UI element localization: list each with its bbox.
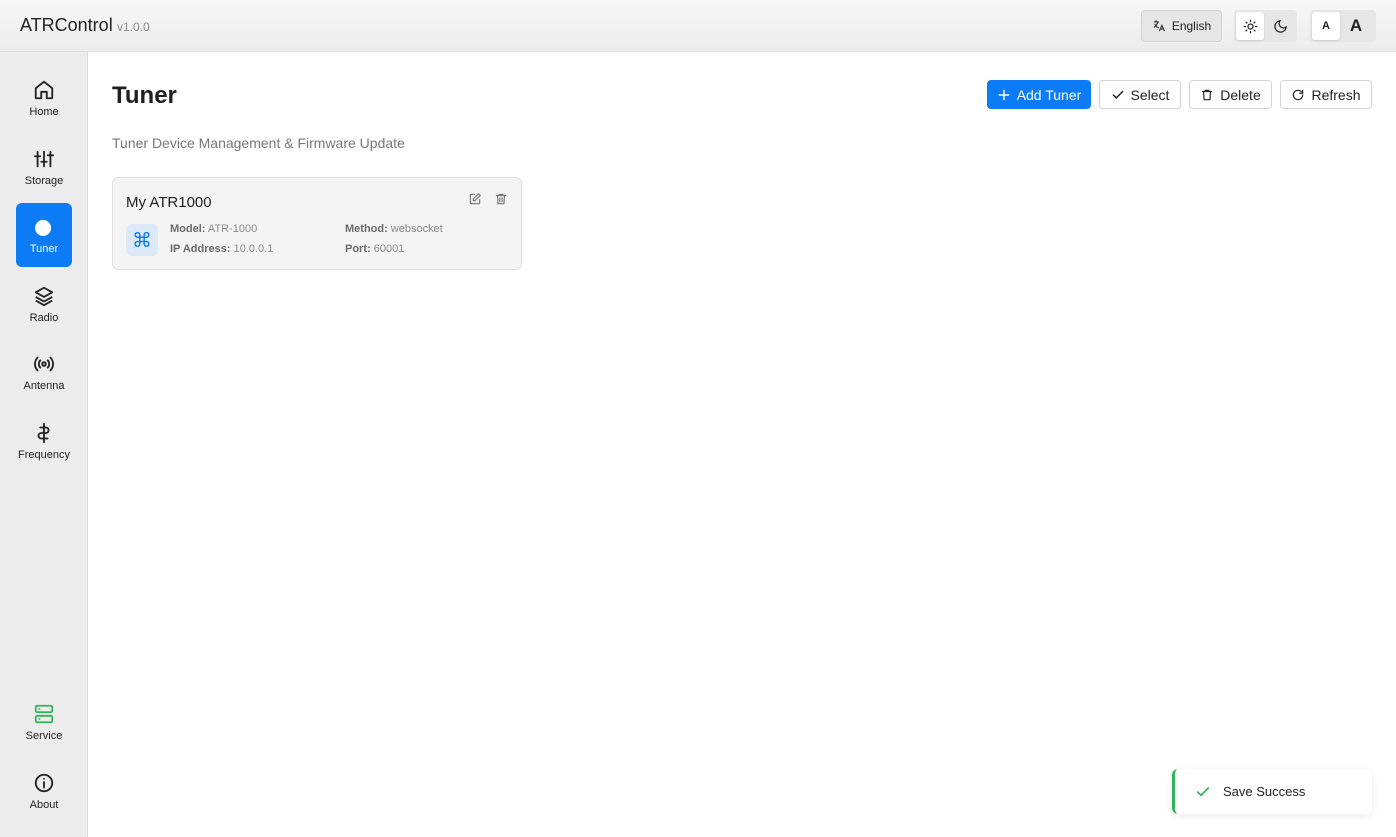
port-value: 60001 [373,243,405,255]
language-label: English [1171,19,1212,33]
port-field: Port: 60001 [345,243,404,255]
page-subtitle: Tuner Device Management & Firmware Updat… [112,135,405,151]
trash-icon[interactable] [494,192,508,206]
command-icon: ⌘ [126,224,158,256]
model-label: Model: [170,223,206,235]
server-icon [34,704,54,723]
edit-icon[interactable] [468,192,482,206]
plus-icon [998,89,1010,100]
light-theme-button[interactable] [1236,12,1264,40]
dark-theme-button[interactable] [1266,12,1294,40]
sidebar-item-label: Storage [24,174,64,187]
check-icon [1112,90,1123,99]
method-label: Method: [345,223,388,235]
app-title: ATRControl [20,15,113,35]
ip-field: IP Address: 10.0.0.1 [170,243,273,255]
language-button[interactable]: English [1141,10,1222,42]
moon-icon [1273,19,1287,33]
sidebar-item-label: Tuner [29,242,59,255]
ip-value: 10.0.0.1 [233,243,274,255]
sidebar-item-label: Radio [29,311,59,324]
layers-icon [34,286,54,306]
delete-label: Delete [1220,86,1261,103]
sidebar-item-radio[interactable]: Radio [16,272,72,336]
select-button[interactable]: Select [1099,80,1181,109]
sidebar-item-about[interactable]: About [16,759,72,823]
sidebar-item-label: About [29,798,59,811]
sidebar-item-label: Home [29,105,59,118]
sidebar-item-tuner[interactable]: Tuner [16,203,72,267]
theme-toggle [1234,10,1297,42]
refresh-icon [1293,89,1304,100]
tuner-card[interactable]: My ATR1000 ⌘ Model: ATR-1000 IP Address:… [112,177,522,270]
home-icon [34,80,54,99]
model-field: Model: ATR-1000 [170,223,257,235]
font-large-button[interactable]: A [1342,12,1370,40]
sidebar-item-antenna[interactable]: Antenna [16,340,72,404]
refresh-label: Refresh [1311,86,1361,103]
frequency-icon [37,422,50,443]
delete-button[interactable]: Delete [1189,80,1272,109]
tuner-name: My ATR1000 [126,194,212,211]
method-value: websocket [390,223,443,235]
sidebar: Home Storage Tuner Radio Antenna Frequen… [0,52,88,837]
translate-icon [1153,20,1165,32]
trash-icon [1202,89,1213,100]
info-icon [34,773,54,792]
sidebar-item-frequency[interactable]: Frequency [16,409,72,473]
sidebar-item-label: Service [25,729,63,742]
antenna-icon [34,356,54,371]
sidebar-item-storage[interactable]: Storage [16,135,72,199]
sliders-icon [33,150,55,167]
app-header: ATRControl v1.0.0 English A A [0,0,1396,52]
add-tuner-label: Add Tuner [1016,86,1082,103]
sidebar-item-label: Frequency [18,448,70,461]
font-size-toggle: A A [1310,10,1376,42]
success-toast: Save Success [1172,769,1372,814]
select-label: Select [1130,86,1170,103]
ip-label: IP Address: [170,243,231,255]
font-small-button[interactable]: A [1312,12,1340,40]
sun-icon [1243,19,1257,33]
sidebar-item-home[interactable]: Home [16,66,72,130]
toast-message: Save Success [1223,784,1306,799]
model-value: ATR-1000 [207,223,258,235]
sidebar-item-label: Antenna [23,379,65,392]
page-title: Tuner [112,82,177,109]
app-version: v1.0.0 [117,20,150,34]
refresh-button[interactable]: Refresh [1280,80,1372,109]
add-tuner-button[interactable]: Add Tuner [987,80,1091,109]
port-label: Port: [345,243,371,255]
check-icon [1196,786,1210,797]
method-field: Method: websocket [345,223,443,235]
sidebar-item-service[interactable]: Service [16,690,72,754]
tuner-icon [35,218,53,236]
